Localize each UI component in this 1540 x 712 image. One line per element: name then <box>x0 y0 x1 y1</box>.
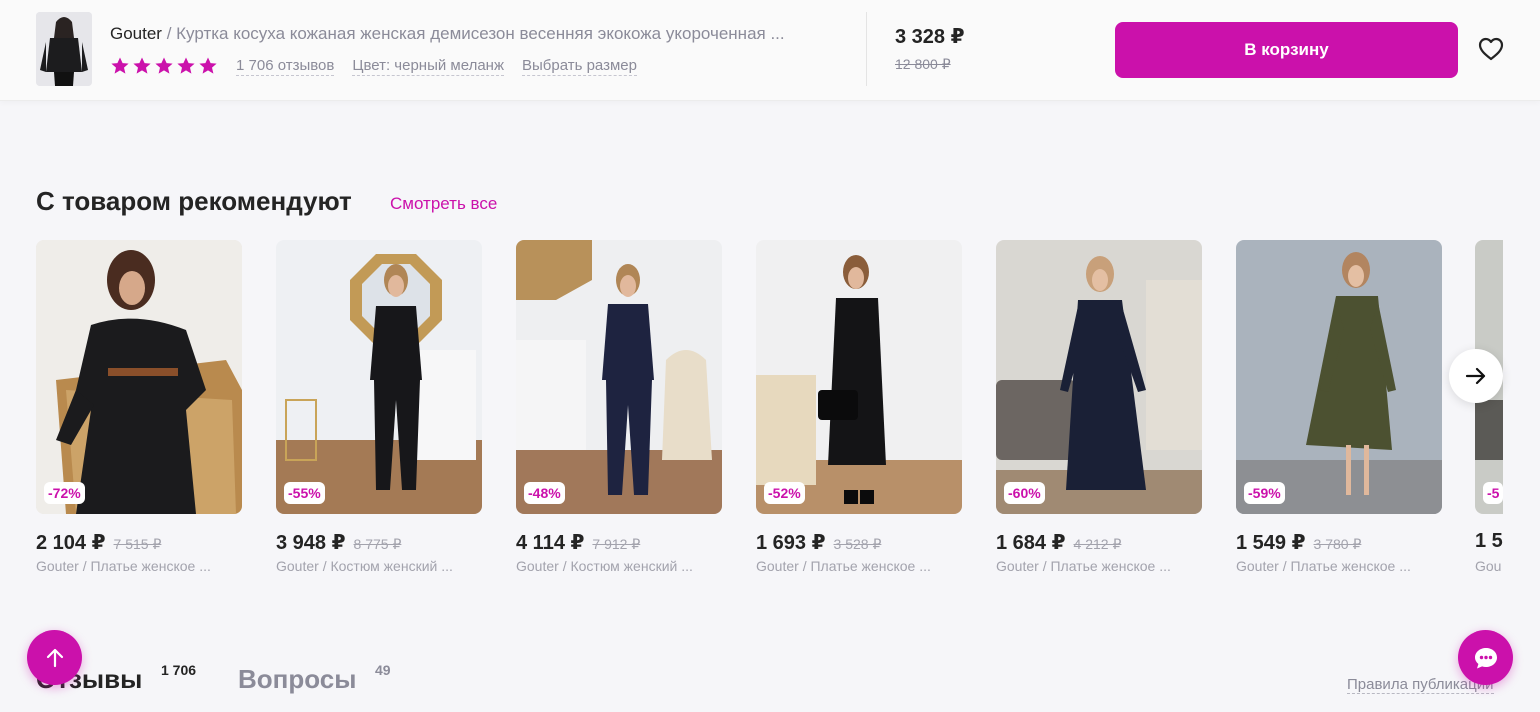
card-old-price: 3 528 ₽ <box>833 536 882 552</box>
carousel-next-button[interactable] <box>1449 349 1503 403</box>
card-price: 1 549 ₽ 3 780 ₽ <box>1236 530 1361 555</box>
product-image: -59% <box>1236 240 1442 514</box>
card-current-price: 1 693 ₽ <box>756 532 826 554</box>
product-card[interactable]: -52% 1 693 ₽ 3 528 ₽ Gouter / Платье женс… <box>756 240 962 590</box>
product-image: -55% <box>276 240 482 514</box>
star-icon <box>199 57 217 74</box>
card-price: 1 684 ₽ 4 212 ₽ <box>996 530 1121 555</box>
card-old-price: 4 212 ₽ <box>1073 536 1122 552</box>
reviews-link[interactable]: 1 706 отзывов <box>236 57 335 76</box>
card-price: 1 5 <box>1475 530 1503 553</box>
tab-questions[interactable]: Вопросы <box>238 664 356 695</box>
card-product-name: Gouter / Платье женское ... <box>36 558 211 574</box>
card-product-name: Gouter / Платье женское ... <box>996 558 1171 574</box>
chat-button[interactable] <box>1458 630 1513 685</box>
card-price: 4 114 ₽ 7 912 ₽ <box>516 530 640 555</box>
card-price: 1 693 ₽ 3 528 ₽ <box>756 530 881 555</box>
divider <box>866 12 867 86</box>
product-thumbnail-image <box>36 12 92 86</box>
product-meta: 1 706 отзывов Цвет: черный меланж Выбрат… <box>110 54 655 78</box>
see-all-link[interactable]: Смотреть все <box>390 194 497 214</box>
product-card[interactable]: -72% 2 104 ₽ 7 515 ₽ Gouter / Платье женс… <box>36 240 242 590</box>
recommendations-carousel: -72% 2 104 ₽ 7 515 ₽ Gouter / Платье женс… <box>36 240 1503 600</box>
product-image: -52% <box>756 240 962 514</box>
card-price: 3 948 ₽ 8 775 ₽ <box>276 530 401 555</box>
heart-icon <box>1478 37 1504 61</box>
product-card[interactable]: -59% 1 549 ₽ 3 780 ₽ Gouter / Платье женс… <box>1236 240 1442 590</box>
product-card[interactable]: -55% 3 948 ₽ 8 775 ₽ Gouter / Костюм женс… <box>276 240 482 590</box>
product-image: -48% <box>516 240 722 514</box>
card-product-name: Gouter / Платье женское ... <box>1236 558 1411 574</box>
card-old-price: 8 775 ₽ <box>353 536 402 552</box>
card-current-price: 2 104 ₽ <box>36 532 106 554</box>
old-price: 12 800 ₽ <box>895 56 951 72</box>
scroll-to-top-button[interactable] <box>27 630 82 685</box>
discount-badge: -60% <box>1004 482 1045 504</box>
product-brand: Gouter <box>110 24 162 43</box>
arrow-up-icon <box>46 648 63 667</box>
card-current-price: 1 684 ₽ <box>996 532 1066 554</box>
product-card[interactable]: -48% 4 114 ₽ 7 912 ₽ Gouter / Костюм женс… <box>516 240 722 590</box>
favorite-button[interactable] <box>1476 34 1506 64</box>
current-price: 3 328 ₽ <box>895 26 965 48</box>
product-image: -60% <box>996 240 1202 514</box>
card-current-price: 1 5 <box>1475 530 1503 552</box>
card-product-name: Gouter / Платье женское ... <box>756 558 931 574</box>
card-old-price: 7 515 ₽ <box>113 536 162 552</box>
product-title[interactable]: Gouter / Куртка косуха кожаная женская д… <box>110 24 845 44</box>
product-card[interactable]: -60% 1 684 ₽ 4 212 ₽ Gouter / Платье женс… <box>996 240 1202 590</box>
discount-badge: -52% <box>764 482 805 504</box>
recommendations-title: С товаром рекомендуют <box>36 186 352 216</box>
reviews-count: 1 706 <box>161 662 197 678</box>
card-price: 2 104 ₽ 7 515 ₽ <box>36 530 161 555</box>
rating-stars <box>110 56 218 76</box>
arrow-right-icon <box>1465 367 1486 385</box>
discount-badge: -5 <box>1483 482 1503 504</box>
card-current-price: 4 114 ₽ <box>516 532 585 554</box>
discount-badge: -72% <box>44 482 85 504</box>
select-size-link[interactable]: Выбрать размер <box>522 57 637 76</box>
card-product-name: Gouter / Костюм женский ... <box>276 558 453 574</box>
chat-icon <box>1474 647 1497 668</box>
product-name: Куртка косуха кожаная женская демисезон … <box>176 24 785 43</box>
discount-badge: -48% <box>524 482 565 504</box>
card-product-name: Gou <box>1475 558 1502 574</box>
card-current-price: 1 549 ₽ <box>1236 532 1306 554</box>
card-current-price: 3 948 ₽ <box>276 532 346 554</box>
color-link[interactable]: Цвет: черный меланж <box>352 57 504 76</box>
discount-badge: -59% <box>1244 482 1285 504</box>
discount-badge: -55% <box>284 482 325 504</box>
star-icon <box>155 57 173 74</box>
star-icon <box>111 57 129 74</box>
product-thumbnail[interactable] <box>36 12 92 86</box>
card-old-price: 3 780 ₽ <box>1313 536 1362 552</box>
card-product-name: Gouter / Костюм женский ... <box>516 558 693 574</box>
card-old-price: 7 912 ₽ <box>592 536 641 552</box>
questions-count: 49 <box>375 662 391 678</box>
add-to-cart-button[interactable]: В корзину <box>1115 22 1458 78</box>
star-icon <box>177 57 195 74</box>
sticky-product-bar: Gouter / Куртка косуха кожаная женская д… <box>0 0 1540 101</box>
product-image: -72% <box>36 240 242 514</box>
title-separator: / <box>161 24 177 43</box>
star-icon <box>133 57 151 74</box>
product-card[interactable]: -5 1 5 Gou <box>1475 240 1503 590</box>
